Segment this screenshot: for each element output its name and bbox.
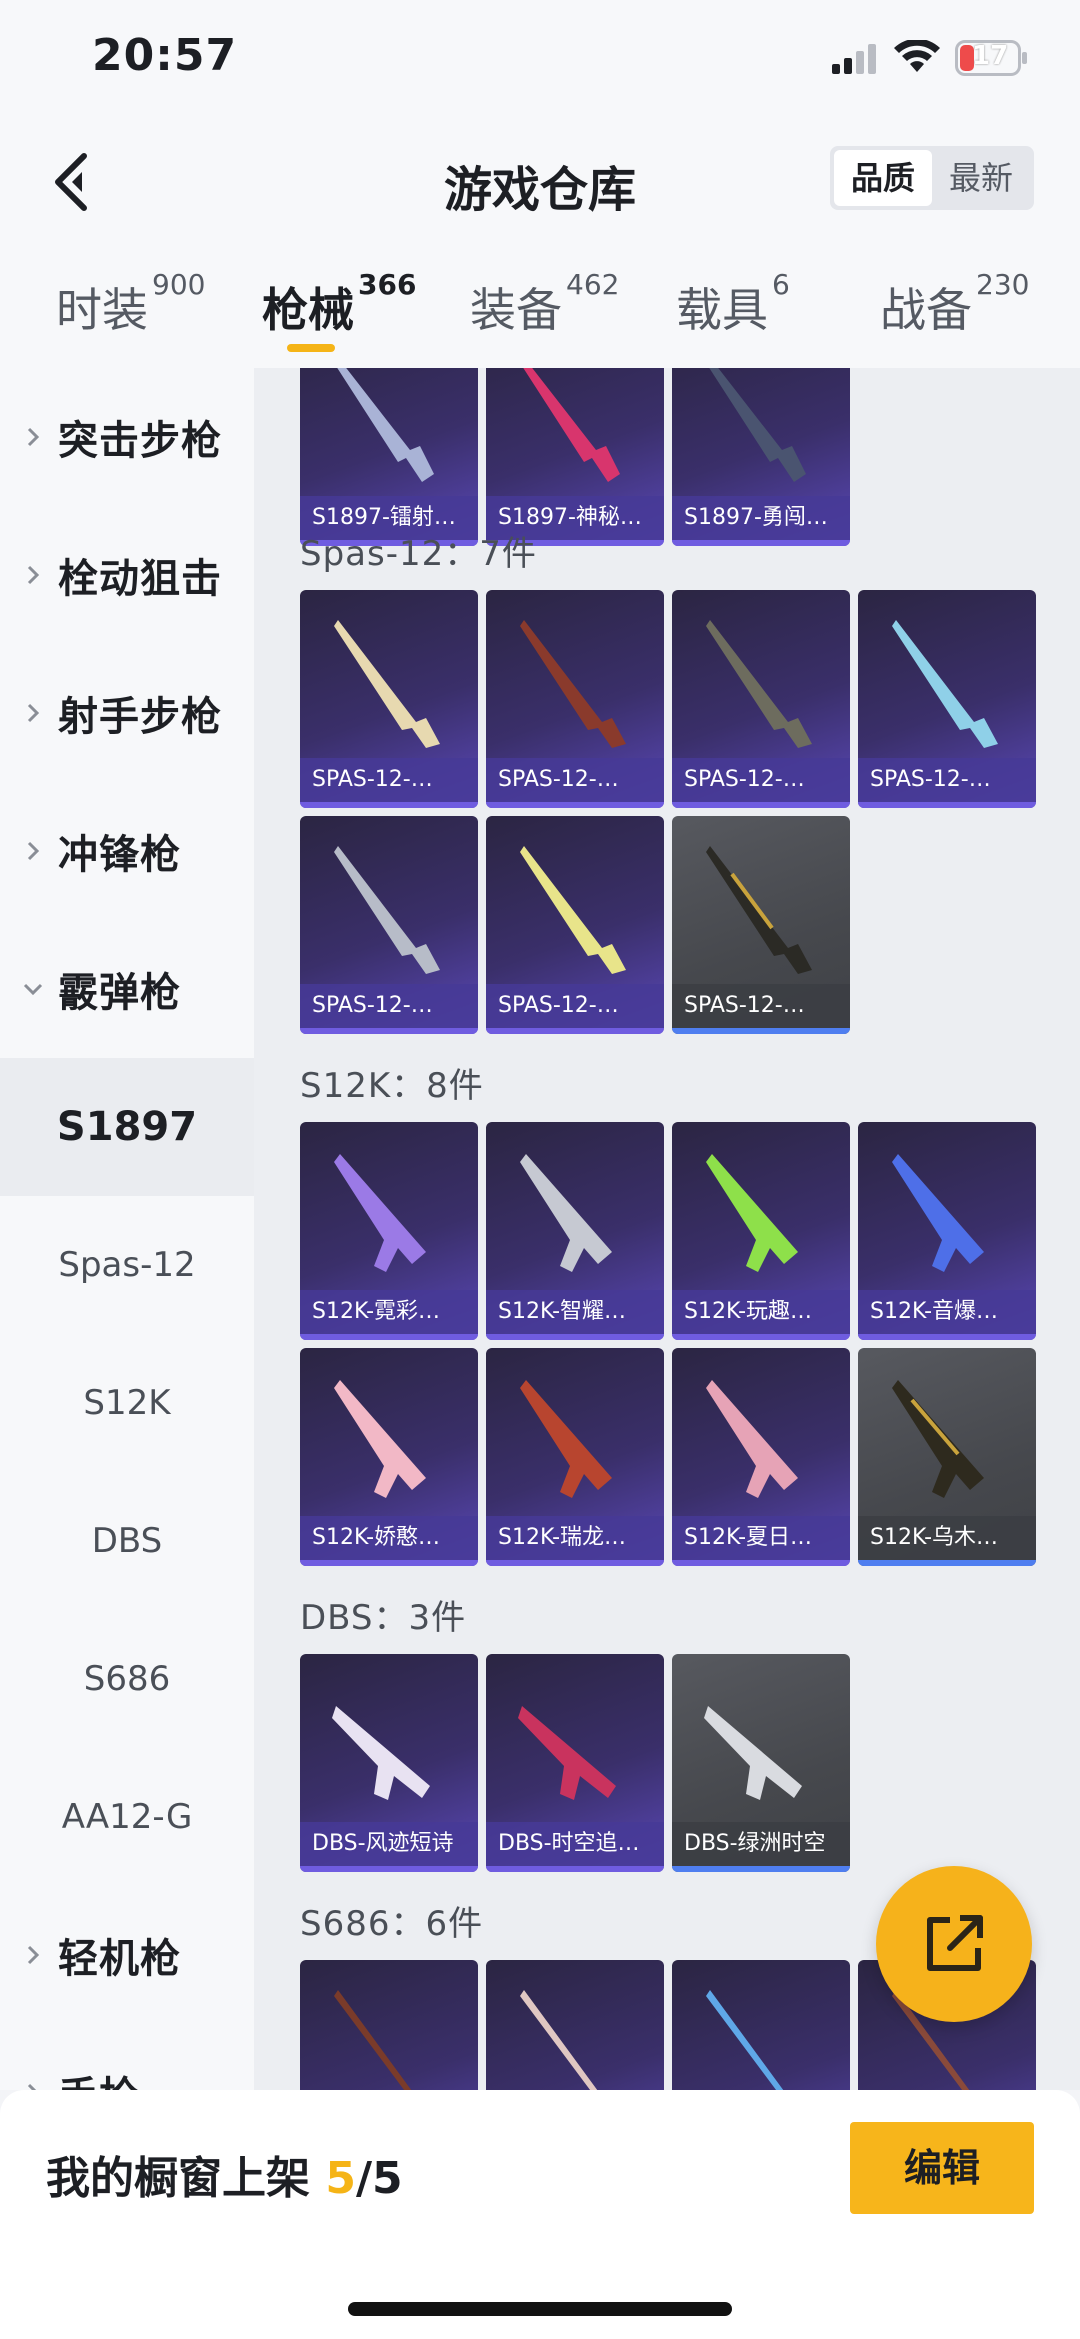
tab-guns[interactable]: 枪械 366 — [262, 268, 416, 340]
sidebar-sub-aa12g[interactable]: AA12-G — [0, 1748, 254, 1886]
sidebar-item-assault-rifle[interactable]: 突击步枪 — [0, 368, 254, 506]
chevron-down-icon — [23, 983, 43, 996]
group-title: Spas-12：7件 — [300, 534, 537, 574]
sidebar-item-lmg[interactable]: 轻机枪 — [0, 1886, 254, 2024]
shotgun-skin-icon — [337, 368, 434, 482]
status-bar: 20:57 17 — [0, 0, 1080, 120]
shotgun-skin-icon — [334, 1380, 426, 1498]
weapon-card[interactable]: S12K-娇憨… — [300, 1348, 478, 1566]
weapon-card[interactable]: S1897-神秘… — [486, 368, 664, 546]
weapon-card[interactable] — [300, 1960, 478, 2090]
sort-toggle: 品质 最新 — [830, 146, 1034, 210]
weapon-sidebar: 突击步枪 栓动狙击 射手步枪 冲锋枪 霰弹枪 S1897 Spas-12 S12… — [0, 368, 254, 2090]
sidebar-sub-dbs[interactable]: DBS — [0, 1472, 254, 1610]
header: 游戏仓库 品质 最新 — [0, 120, 1080, 250]
tab-fashion[interactable]: 时装 900 — [56, 268, 205, 340]
chevron-right-icon — [27, 841, 40, 861]
shotgun-skin-icon — [706, 1154, 798, 1272]
weapon-card[interactable]: SPAS-12-… — [300, 590, 478, 808]
shotgun-skin-icon — [706, 1380, 798, 1498]
shotgun-skin-icon — [704, 1706, 802, 1800]
group-title: S686：6件 — [300, 1904, 484, 1944]
shotgun-skin-icon — [892, 620, 998, 748]
shotgun-skin-icon — [706, 1990, 784, 2090]
weapon-card[interactable] — [672, 1960, 850, 2090]
shotgun-skin-icon — [334, 1154, 426, 1272]
weapon-card[interactable] — [486, 1960, 664, 2090]
weapon-card[interactable]: S12K-音爆… — [858, 1122, 1036, 1340]
shotgun-skin-icon — [523, 368, 620, 482]
category-tabs: 时装 900 枪械 366 装备 462 载具 6 战备 230 — [0, 250, 1080, 368]
weapon-card[interactable]: DBS-风迹短诗 — [300, 1654, 478, 1872]
sidebar-sub-s12k[interactable]: S12K — [0, 1334, 254, 1472]
shotgun-skin-icon — [892, 1380, 984, 1498]
chevron-right-icon — [27, 703, 40, 723]
shotgun-skin-icon — [520, 1380, 612, 1498]
weapon-card[interactable]: SPAS-12-… — [858, 590, 1036, 808]
chevron-right-icon — [27, 1945, 40, 1965]
sort-newest-button[interactable]: 最新 — [932, 150, 1030, 206]
shotgun-skin-icon — [709, 368, 806, 482]
weapon-card[interactable]: S12K-霓彩… — [300, 1122, 478, 1340]
weapon-card[interactable]: SPAS-12-… — [486, 590, 664, 808]
weapon-card[interactable]: S12K-智耀… — [486, 1122, 664, 1340]
weapon-card[interactable]: DBS-绿洲时空 — [672, 1654, 850, 1872]
shotgun-skin-icon — [334, 846, 440, 974]
shotgun-skin-icon — [518, 1706, 616, 1800]
shotgun-skin-icon — [334, 1990, 412, 2090]
share-external-icon — [927, 1915, 983, 1971]
home-indicator — [348, 2302, 732, 2316]
sidebar-sub-spas12[interactable]: Spas-12 — [0, 1196, 254, 1334]
weapon-card[interactable]: DBS-时空追… — [486, 1654, 664, 1872]
weapon-card[interactable]: S1897-勇闯… — [672, 368, 850, 546]
shotgun-skin-icon — [520, 846, 626, 974]
tab-gear[interactable]: 战备 230 — [880, 268, 1029, 340]
edit-button[interactable]: 编辑 — [850, 2122, 1034, 2214]
sidebar-item-smg[interactable]: 冲锋枪 — [0, 782, 254, 920]
shotgun-skin-icon — [706, 846, 812, 974]
shotgun-skin-icon — [332, 1706, 430, 1800]
share-button[interactable] — [876, 1866, 1032, 2022]
weapon-card[interactable]: S1897-镭射… — [300, 368, 478, 546]
sidebar-item-shotgun[interactable]: 霰弹枪 — [0, 920, 254, 1058]
shotgun-skin-icon — [334, 620, 440, 748]
shotgun-skin-icon — [520, 1990, 598, 2090]
wifi-icon — [894, 40, 940, 72]
sidebar-sub-s686[interactable]: S686 — [0, 1610, 254, 1748]
active-tab-indicator — [287, 344, 335, 352]
weapon-card[interactable]: SPAS-12-… — [486, 816, 664, 1034]
status-time: 20:57 — [92, 30, 238, 81]
group-title: DBS：3件 — [300, 1598, 467, 1638]
shotgun-skin-icon — [520, 1154, 612, 1272]
weapon-card[interactable]: S12K-瑞龙… — [486, 1348, 664, 1566]
battery-level: 17 — [972, 41, 1009, 71]
showcase-label: 我的橱窗上架 5/5 — [46, 2153, 403, 2204]
chevron-right-icon — [27, 427, 40, 447]
shotgun-skin-icon — [520, 620, 626, 748]
sidebar-item-bolt-sniper[interactable]: 栓动狙击 — [0, 506, 254, 644]
group-title: S12K：8件 — [300, 1066, 484, 1106]
weapon-card[interactable]: SPAS-12-… — [672, 590, 850, 808]
weapon-card[interactable]: SPAS-12-… — [672, 816, 850, 1034]
sidebar-item-marksman-rifle[interactable]: 射手步枪 — [0, 644, 254, 782]
sort-quality-button[interactable]: 品质 — [834, 150, 932, 206]
showcase-count: 5 — [325, 2153, 356, 2204]
sidebar-sub-s1897[interactable]: S1897 — [0, 1058, 254, 1196]
weapon-card[interactable]: S12K-玩趣… — [672, 1122, 850, 1340]
sidebar-item-pistol[interactable]: 手枪 — [0, 2024, 254, 2090]
chevron-right-icon — [27, 2083, 37, 2090]
battery-icon: 17 — [955, 40, 1027, 76]
weapon-grid: S1897-镭射… S1897-神秘… S1897-勇闯… Spas-12：7件… — [254, 368, 1080, 2090]
shotgun-skin-icon — [892, 1154, 984, 1272]
tab-vehicles[interactable]: 载具 6 — [676, 268, 790, 340]
weapon-card[interactable]: S12K-乌木… — [858, 1348, 1036, 1566]
shotgun-skin-icon — [706, 620, 812, 748]
weapon-card[interactable]: S12K-夏日… — [672, 1348, 850, 1566]
cellular-signal-icon — [832, 44, 876, 74]
tab-equipment[interactable]: 装备 462 — [470, 268, 619, 340]
chevron-right-icon — [27, 565, 40, 585]
weapon-card[interactable]: SPAS-12-… — [300, 816, 478, 1034]
